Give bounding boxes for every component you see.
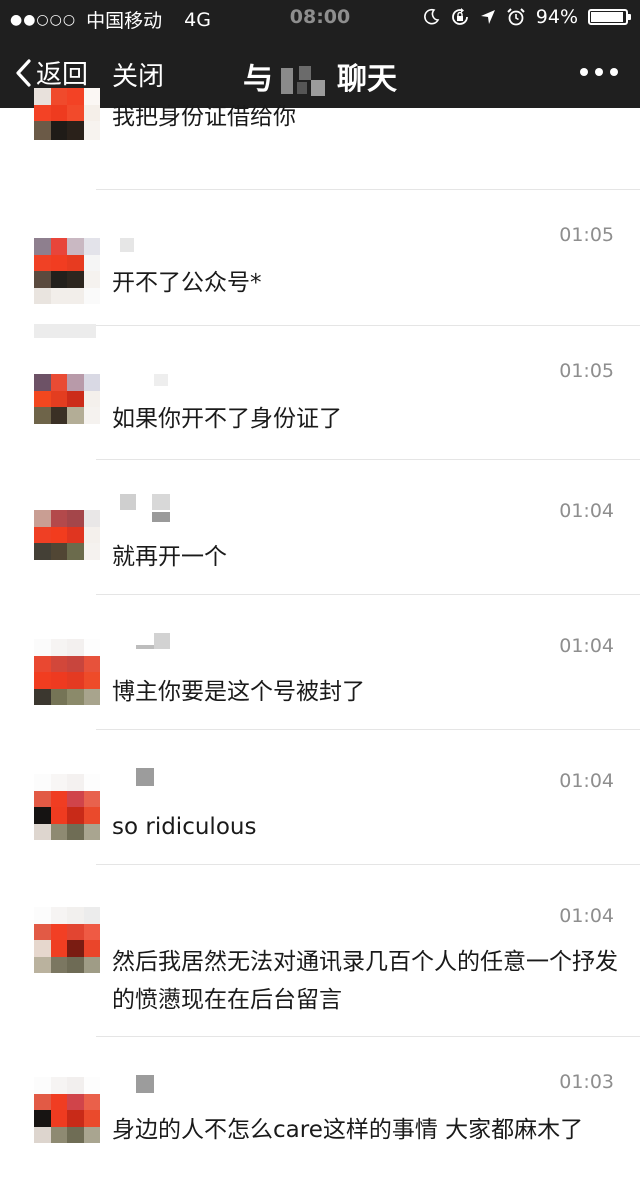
- avatar: [34, 639, 100, 705]
- message-item[interactable]: 01:04 so ridiculous: [0, 730, 640, 865]
- message-item[interactable]: 01:04 然后我居然无法对通讯录几百个人的任意一个抒发的愤懑现在在后台留言: [0, 865, 640, 1037]
- battery-percent: 94%: [535, 6, 578, 28]
- message-item[interactable]: 01:05 开不了公众号*: [0, 190, 640, 326]
- avatar: [34, 88, 100, 140]
- status-bar: ●●○○○ 中国移动 4G 08:00 94%: [0, 0, 640, 36]
- avatar: [34, 510, 100, 576]
- avatar: [34, 907, 100, 973]
- message-time: 01:04: [559, 635, 614, 657]
- message-text: 我把身份证借给你: [112, 104, 296, 130]
- message-item[interactable]: 01:04 博主你要是这个号被封了: [0, 595, 640, 730]
- more-button[interactable]: [580, 68, 618, 76]
- status-right: 94%: [422, 6, 631, 28]
- alarm-icon: [507, 8, 525, 26]
- message-text: 身边的人不怎么care这样的事情 大家都麻木了: [112, 1117, 584, 1143]
- more-dot-icon: [595, 68, 603, 76]
- message-time: 01:04: [559, 770, 614, 792]
- message-item[interactable]: 01:04 就再开一个: [0, 460, 640, 595]
- avatar: [34, 774, 100, 840]
- message-item[interactable]: 我把身份证借给你: [0, 78, 640, 190]
- message-item[interactable]: 01:05 如果你开不了身份证了: [0, 324, 640, 460]
- message-text: 就再开一个: [112, 544, 227, 570]
- location-arrow-icon: [480, 10, 495, 24]
- message-time: 01:05: [559, 360, 614, 382]
- battery-fill: [591, 12, 623, 22]
- message-text: so ridiculous: [112, 814, 257, 840]
- avatar: [34, 1077, 100, 1143]
- message-text: 博主你要是这个号被封了: [112, 679, 365, 705]
- message-time: 01:03: [559, 1071, 614, 1093]
- message-time: 01:05: [559, 224, 614, 246]
- more-dot-icon: [580, 68, 588, 76]
- rotation-lock-icon: [451, 8, 468, 25]
- battery-icon: [588, 9, 631, 25]
- more-dot-icon: [610, 68, 618, 76]
- message-item[interactable]: 01:03 身边的人不怎么care这样的事情 大家都麻木了: [0, 1037, 640, 1197]
- avatar: [34, 238, 100, 304]
- message-text: 然后我居然无法对通讯录几百个人的任意一个抒发的愤懑现在在后台留言: [112, 949, 618, 1013]
- message-time: 01:04: [559, 500, 614, 522]
- message-text: 开不了公众号*: [112, 270, 262, 296]
- moon-icon: [423, 8, 440, 25]
- message-time: 01:04: [559, 905, 614, 927]
- avatar: [34, 374, 100, 440]
- message-text: 如果你开不了身份证了: [112, 406, 342, 432]
